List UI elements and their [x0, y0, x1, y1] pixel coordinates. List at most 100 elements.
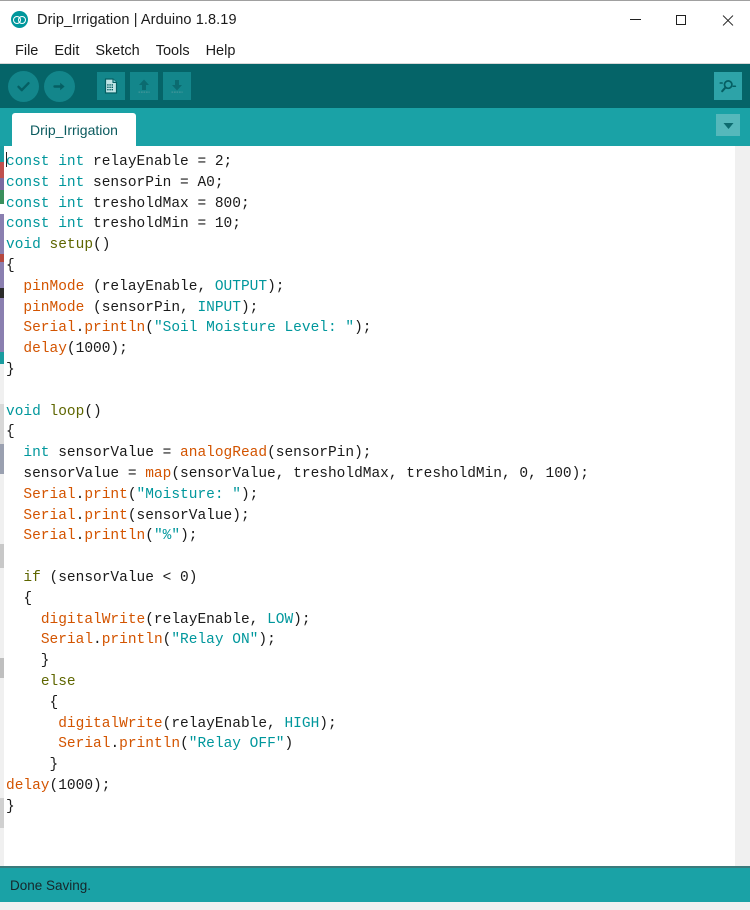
- open-sketch-button[interactable]: [130, 72, 158, 100]
- maximize-button[interactable]: [658, 1, 704, 38]
- code-line: pinMode (sensorPin, INPUT);: [6, 298, 734, 319]
- close-button[interactable]: [704, 1, 750, 38]
- code-token: digitalWrite: [40, 611, 146, 628]
- menu-item-edit[interactable]: Edit: [47, 40, 86, 62]
- code-token: print: [84, 507, 128, 524]
- code-token: int: [58, 216, 85, 233]
- code-token: if: [23, 569, 41, 586]
- menu-item-tools[interactable]: Tools: [149, 40, 197, 62]
- status-bar: Done Saving.: [0, 866, 750, 902]
- tab-menu-button[interactable]: [716, 114, 740, 136]
- code-line: {: [6, 256, 734, 277]
- code-line: void loop(): [6, 402, 734, 423]
- code-line: {: [6, 693, 734, 714]
- code-token: (: [145, 528, 154, 545]
- code-token: loop: [49, 403, 85, 420]
- code-line: Serial.print("Moisture: ");: [6, 485, 734, 506]
- code-token: Serial: [23, 486, 76, 503]
- code-token: delay: [23, 341, 67, 358]
- menu-item-file[interactable]: File: [8, 40, 45, 62]
- code-token: }: [6, 361, 15, 378]
- editor-vertical-scrollbar[interactable]: [734, 146, 750, 866]
- code-token: );: [240, 486, 259, 503]
- code-token: INPUT: [197, 299, 241, 316]
- code-line: delay(1000);: [6, 776, 734, 797]
- window-title: Drip_Irrigation | Arduino 1.8.19: [37, 11, 237, 28]
- code-token: print: [84, 486, 128, 503]
- code-line: }: [6, 797, 734, 818]
- code-token: ): [284, 736, 294, 753]
- code-line: Serial.println("Relay ON");: [6, 630, 734, 651]
- tab-drip-irrigation[interactable]: Drip_Irrigation: [12, 113, 136, 146]
- code-token: "%": [153, 528, 181, 545]
- arduino-logo-icon: [11, 11, 28, 28]
- code-token: const: [6, 216, 50, 233]
- code-line: digitalWrite(relayEnable, HIGH);: [6, 714, 734, 735]
- code-token: "Moisture: ": [136, 486, 241, 503]
- code-line: const int tresholdMax = 800;: [6, 194, 734, 215]
- right-arrow-icon: [53, 82, 65, 90]
- code-token: sensorValue =: [49, 445, 181, 462]
- code-line: }: [6, 360, 734, 381]
- code-line: sensorValue = map(sensorValue, tresholdM…: [6, 464, 734, 485]
- code-line: const int relayEnable = 2;: [6, 152, 734, 173]
- code-token: {: [6, 590, 33, 607]
- code-token: );: [240, 299, 259, 316]
- code-line: }: [6, 755, 734, 776]
- code-line: Serial.println("Soil Moisture Level: ");: [6, 318, 734, 339]
- code-token: (sensorPin,: [84, 299, 198, 316]
- code-token: );: [180, 528, 198, 545]
- menu-bar: File Edit Sketch Tools Help: [0, 38, 750, 64]
- code-token: (: [145, 320, 154, 337]
- code-token: (: [127, 486, 137, 503]
- code-token: "Relay OFF": [188, 736, 285, 753]
- minimize-button[interactable]: [612, 1, 658, 38]
- menu-item-sketch[interactable]: Sketch: [88, 40, 146, 62]
- code-line: if (sensorValue < 0): [6, 568, 734, 589]
- code-token: map: [145, 465, 172, 482]
- menu-item-help[interactable]: Help: [199, 40, 243, 62]
- code-token: }: [6, 798, 15, 815]
- upload-button[interactable]: [44, 70, 75, 102]
- code-token: }: [6, 757, 59, 774]
- editor-area[interactable]: const int relayEnable = 2; const int sens…: [0, 146, 750, 866]
- tab-bar: Drip_Irrigation: [0, 108, 750, 146]
- code-token: int: [58, 154, 85, 170]
- code-text[interactable]: const int relayEnable = 2; const int sens…: [0, 146, 734, 866]
- code-token: println: [119, 736, 181, 753]
- code-token: (: [180, 736, 189, 753]
- chevron-down-icon: [723, 122, 733, 129]
- code-token: (relayEnable,: [162, 715, 285, 732]
- code-line: const int sensorPin = A0;: [6, 173, 734, 194]
- code-token: );: [258, 632, 276, 649]
- save-sketch-button[interactable]: [163, 72, 191, 100]
- code-token: "Relay ON": [171, 632, 259, 649]
- code-token: (): [93, 237, 111, 254]
- code-line: }: [6, 651, 734, 672]
- serial-monitor-button[interactable]: [714, 72, 742, 100]
- new-sketch-button[interactable]: [97, 72, 125, 100]
- close-icon: [721, 14, 733, 26]
- up-arrow-icon: [138, 79, 150, 93]
- code-token: delay: [6, 777, 50, 794]
- code-token: const: [6, 195, 50, 212]
- code-token: tresholdMax = 800;: [84, 195, 250, 212]
- code-token: relayEnable = 2;: [84, 154, 233, 170]
- verify-button[interactable]: [8, 70, 39, 102]
- code-token: (sensorPin);: [267, 445, 372, 462]
- code-token: println: [84, 528, 146, 545]
- code-token: {: [6, 424, 15, 441]
- code-token: tresholdMin = 10;: [84, 216, 241, 233]
- code-token: );: [354, 320, 372, 337]
- minimize-icon: [629, 19, 641, 20]
